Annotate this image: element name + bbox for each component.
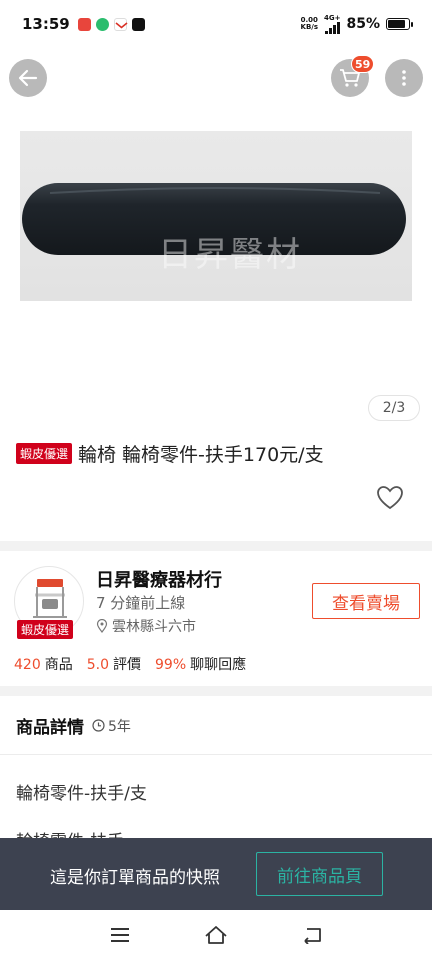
recent-apps-button[interactable] xyxy=(108,923,132,947)
shop-online-status: 7 分鐘前上線 xyxy=(96,594,186,612)
system-nav-bar xyxy=(0,910,432,960)
heart-icon xyxy=(377,486,403,510)
app-notification-icon xyxy=(77,17,91,31)
preferred-badge: 蝦皮優選 xyxy=(16,443,73,464)
network-type: 4G+ xyxy=(324,13,341,22)
listing-age-text: 5年 xyxy=(108,718,131,735)
snapshot-text: 這是你訂單商品的快照 xyxy=(50,868,220,888)
arrow-left-icon xyxy=(18,69,38,87)
section-divider xyxy=(0,541,432,551)
shop-location: 雲林縣斗六市 xyxy=(96,616,196,636)
like-button[interactable] xyxy=(376,485,404,515)
more-vertical-icon xyxy=(402,70,406,86)
back-return-icon xyxy=(304,928,321,944)
notification-icons xyxy=(77,17,145,31)
listing-age: 5年 xyxy=(92,716,131,736)
status-bar: 13:59 0.00 KB/s 4G+ 85% xyxy=(0,0,432,48)
home-icon xyxy=(205,926,227,944)
shop-stats: 420 商品 5.0 評價 99% 聊聊回應 xyxy=(14,654,246,674)
signal-icon xyxy=(324,21,340,34)
view-shop-button[interactable]: 查看賣場 xyxy=(312,583,420,619)
section-divider xyxy=(0,686,432,696)
cart-count-badge: 59 xyxy=(351,55,375,73)
shop-location-text: 雲林縣斗六市 xyxy=(112,619,196,635)
details-description-line-1: 輪椅零件-扶手/支 xyxy=(16,784,147,804)
back-nav-button[interactable] xyxy=(300,923,324,947)
battery-percent: 85% xyxy=(346,16,380,32)
stat-chat-response: 99% 聊聊回應 xyxy=(155,657,247,673)
gmail-icon xyxy=(113,17,128,31)
back-button[interactable] xyxy=(9,59,47,97)
threads-icon xyxy=(131,17,145,31)
details-header: 商品詳情 5年 xyxy=(16,713,131,738)
location-pin-icon xyxy=(96,619,108,633)
details-divider xyxy=(0,754,432,755)
status-time: 13:59 xyxy=(22,15,70,33)
net-speed-unit: KB/s xyxy=(300,23,318,31)
cart-button[interactable]: 59 xyxy=(331,55,375,97)
product-title: 輪椅 輪椅零件-扶手170元/支 xyxy=(78,444,324,466)
image-watermark: 日昇醫材 xyxy=(158,235,302,275)
product-title-row: 蝦皮優選 輪椅 輪椅零件-扶手170元/支 xyxy=(16,440,416,467)
battery-icon xyxy=(386,18,413,30)
menu-lines-icon xyxy=(111,928,129,942)
home-button[interactable] xyxy=(204,923,228,947)
shop-preferred-badge: 蝦皮優選 xyxy=(17,620,74,639)
shop-name[interactable]: 日昇醫療器材行 xyxy=(96,566,222,592)
image-counter: 2/3 xyxy=(368,395,420,421)
chat-notification-icon xyxy=(95,17,109,31)
net-speed: 0.00 KB/s xyxy=(301,17,318,31)
go-to-product-button[interactable]: 前往商品頁 xyxy=(256,852,383,896)
snapshot-banner: 這是你訂單商品的快照 前往商品頁 xyxy=(0,838,432,910)
stat-products: 420 商品 xyxy=(14,657,73,673)
details-title: 商品詳情 xyxy=(16,718,84,738)
more-options-button[interactable] xyxy=(385,59,423,97)
clock-icon xyxy=(92,719,105,732)
product-image[interactable]: 日昇醫材 xyxy=(20,131,412,301)
stat-rating: 5.0 評價 xyxy=(86,657,141,673)
